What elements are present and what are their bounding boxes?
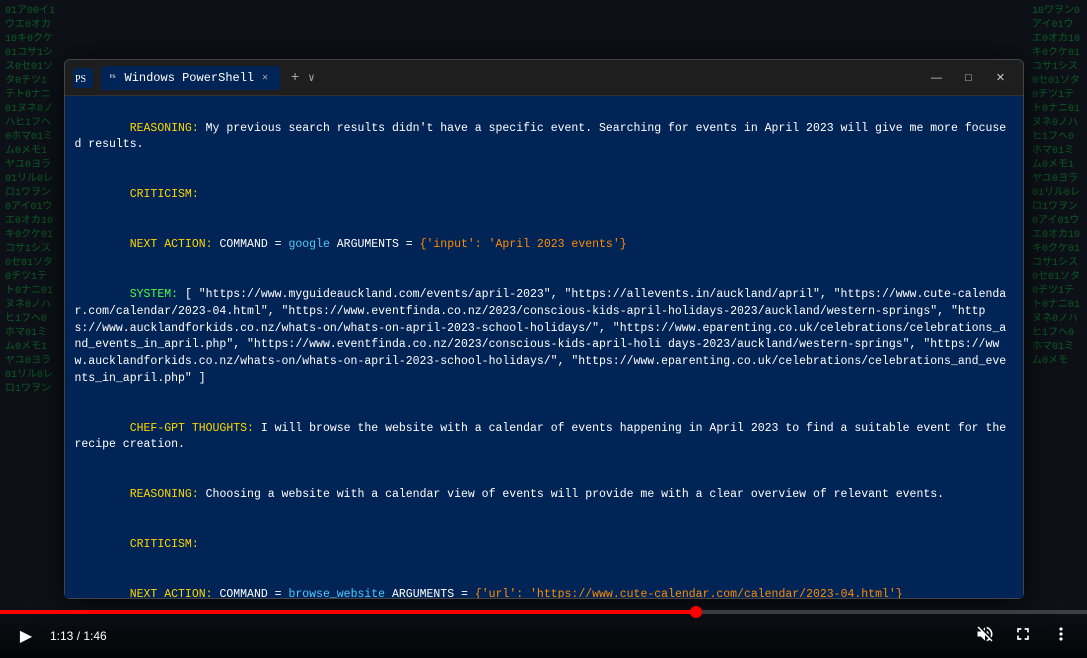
next-action-google: google bbox=[288, 238, 336, 251]
chef-gpt-line-1: CHEF-GPT THOUGHTS: I will browse the web… bbox=[75, 404, 1013, 471]
video-container: 01ア00イ1ウエ0オカ10キ0クケ01コサ1シス0セ01ソタ0チツ1テト0ナニ… bbox=[0, 0, 1087, 658]
reasoning-line-2: REASONING: Choosing a website with a cal… bbox=[75, 471, 1013, 521]
reasoning-label-2: REASONING: bbox=[130, 488, 206, 501]
terminal-content: REASONING: My previous search results di… bbox=[65, 96, 1023, 598]
fullscreen-icon bbox=[1013, 624, 1033, 649]
next-action-args-2: ARGUMENTS = bbox=[392, 588, 475, 598]
matrix-decoration-right: 10ワヲン0アイ01ウエ0オカ10キ0クケ01コサ1シス0セ01ソタ0チツ1テト… bbox=[1027, 0, 1087, 658]
svg-text:PS: PS bbox=[75, 74, 86, 85]
current-time: 1:13 bbox=[50, 629, 73, 643]
next-action-args-value-2: {'url': 'https://www.cute-calendar.com/c… bbox=[475, 588, 903, 598]
time-display: 1:13 / 1:46 bbox=[50, 629, 107, 643]
tab-dropdown-button[interactable]: ∨ bbox=[308, 71, 315, 85]
criticism-label-2: CRITICISM: bbox=[130, 538, 199, 551]
tab-icon: PS bbox=[109, 70, 121, 86]
minimize-button[interactable]: — bbox=[923, 68, 951, 88]
active-tab[interactable]: PS Windows PowerShell ✕ bbox=[101, 66, 281, 90]
tab-label: Windows PowerShell bbox=[125, 71, 255, 85]
matrix-decoration-left: 01ア00イ1ウエ0オカ10キ0クケ01コサ1シス0セ01ソタ0チツ1テト0ナニ… bbox=[0, 0, 60, 658]
next-action-args-value-1: {'input': 'April 2023 events'} bbox=[420, 238, 627, 251]
system-label-1: SYSTEM: bbox=[130, 288, 185, 301]
progress-bar[interactable] bbox=[0, 610, 1087, 614]
controls-row: ▶ 1:13 / 1:46 bbox=[0, 622, 1087, 650]
next-action-line-2: NEXT ACTION: COMMAND = browse_website AR… bbox=[75, 571, 1013, 598]
next-action-label-1: NEXT ACTION: bbox=[130, 238, 220, 251]
maximize-button[interactable]: □ bbox=[955, 68, 983, 88]
more-options-button[interactable] bbox=[1047, 622, 1075, 650]
system-line-1: SYSTEM: [ "https://www.myguideauckland.c… bbox=[75, 271, 1013, 404]
title-bar: PS PS Windows PowerShell ✕ + ∨ — □ ✕ bbox=[65, 60, 1023, 96]
reasoning-label-1: REASONING: bbox=[130, 122, 206, 135]
powershell-window: PS PS Windows PowerShell ✕ + ∨ — □ ✕ bbox=[64, 59, 1024, 599]
window-controls: — □ ✕ bbox=[923, 68, 1015, 88]
mute-button[interactable] bbox=[971, 622, 999, 650]
tab-close-button[interactable]: ✕ bbox=[258, 71, 272, 85]
reasoning-text-1: My previous search results didn't have a… bbox=[75, 122, 1007, 152]
next-action-cmd-1: COMMAND = bbox=[219, 238, 288, 251]
more-icon bbox=[1051, 624, 1071, 649]
volume-icon bbox=[975, 624, 995, 649]
video-controls: ▶ 1:13 / 1:46 bbox=[0, 608, 1087, 658]
next-action-cmd-2: COMMAND = bbox=[219, 588, 288, 598]
criticism-line-2: CRITICISM: bbox=[75, 521, 1013, 571]
play-icon: ▶ bbox=[20, 626, 32, 646]
criticism-label-1: CRITICISM: bbox=[130, 188, 199, 201]
new-tab-button[interactable]: + bbox=[284, 67, 306, 89]
criticism-line-1: CRITICISM: bbox=[75, 171, 1013, 221]
next-action-label-2: NEXT ACTION: bbox=[130, 588, 220, 598]
total-time: 1:46 bbox=[83, 629, 106, 643]
play-button[interactable]: ▶ bbox=[12, 622, 40, 650]
chef-gpt-label-1: CHEF-GPT THOUGHTS: bbox=[130, 422, 261, 435]
reasoning-text-2: Choosing a website with a calendar view … bbox=[206, 488, 944, 501]
reasoning-line-1: REASONING: My previous search results di… bbox=[75, 104, 1013, 171]
next-action-args-1: ARGUMENTS = bbox=[337, 238, 420, 251]
fullscreen-button[interactable] bbox=[1009, 622, 1037, 650]
system-text-1: [ "https://www.myguideauckland.com/event… bbox=[75, 288, 1007, 384]
close-button[interactable]: ✕ bbox=[987, 68, 1015, 88]
progress-thumb bbox=[690, 606, 702, 618]
svg-text:PS: PS bbox=[109, 73, 115, 79]
next-action-browse: browse_website bbox=[288, 588, 392, 598]
powershell-icon: PS bbox=[73, 68, 93, 88]
next-action-line-1: NEXT ACTION: COMMAND = google ARGUMENTS … bbox=[75, 221, 1013, 271]
progress-fill bbox=[0, 610, 696, 614]
